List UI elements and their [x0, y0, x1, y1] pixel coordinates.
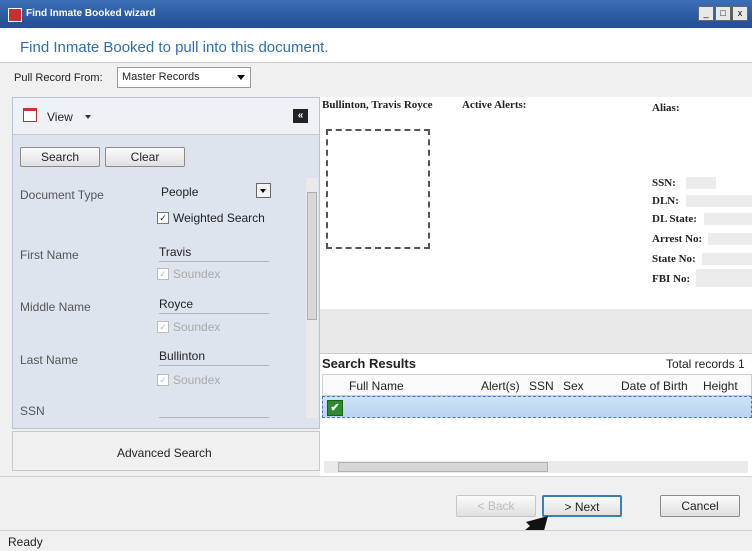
arrest-no-label: Arrest No: [652, 233, 703, 245]
inmate-detail-panel: Bullinton, Travis Royce Active Alerts: A… [320, 97, 752, 353]
search-results: Search Results Total records 1 Full Name… [320, 353, 752, 477]
fbi-no-label: FBI No: [652, 273, 691, 285]
search-results-title: Search Results [322, 356, 416, 371]
weighted-search-checkbox[interactable]: ✓ [157, 212, 169, 224]
view-toolbar: View « [13, 98, 319, 135]
app-icon [8, 8, 22, 22]
weighted-search-label: Weighted Search [173, 211, 265, 225]
ssn-id-label: SSN: [652, 177, 676, 189]
redacted-ssn [686, 177, 716, 189]
search-button[interactable]: Search [20, 147, 100, 167]
first-name-soundex-label: Soundex [173, 267, 221, 281]
pull-record-label: Pull Record From: [14, 72, 103, 84]
state-no-label: State No: [652, 253, 696, 265]
middle-name-soundex-label: Soundex [173, 320, 221, 334]
document-type-dropdown[interactable] [256, 183, 271, 198]
detail-divider [320, 309, 752, 353]
middle-name-soundex-checkbox[interactable]: ✓ [157, 321, 169, 333]
advanced-search-button[interactable]: Advanced Search [12, 431, 320, 471]
wizard-header: Find Inmate Booked to pull into this doc… [0, 28, 752, 63]
table-row[interactable]: ✔ [322, 396, 752, 418]
redacted-arrest-no [708, 233, 752, 245]
first-name-label: First Name [20, 248, 79, 262]
middle-name-field[interactable]: Royce [159, 297, 269, 314]
last-name-soundex-label: Soundex [173, 373, 221, 387]
last-name-field[interactable]: Bullinton [159, 349, 269, 366]
collapse-panel-button[interactable]: « [293, 109, 308, 123]
close-button[interactable]: x [732, 6, 748, 21]
redacted-dl-state [704, 213, 752, 225]
view-menu[interactable]: View [47, 110, 73, 124]
document-type-label: Document Type [20, 188, 104, 202]
redacted-state-no [702, 253, 752, 265]
col-height[interactable]: Height [703, 379, 738, 393]
ssn-field[interactable] [159, 401, 269, 418]
col-full-name[interactable]: Full Name [349, 379, 404, 393]
dl-state-label: DL State: [652, 213, 697, 225]
minimize-button[interactable]: _ [698, 6, 714, 21]
col-ssn[interactable]: SSN [529, 379, 554, 393]
col-sex[interactable]: Sex [563, 379, 584, 393]
search-panel-scrollbar[interactable] [306, 178, 318, 418]
maximize-button[interactable]: □ [715, 6, 731, 21]
wizard-heading: Find Inmate Booked to pull into this doc… [20, 39, 329, 56]
first-name-soundex-checkbox[interactable]: ✓ [157, 268, 169, 280]
cancel-button[interactable]: Cancel [660, 495, 740, 517]
wizard-buttons [0, 476, 752, 529]
pull-record-value: Master Records [122, 71, 200, 83]
view-caret-icon[interactable] [85, 115, 91, 119]
clear-button[interactable]: Clear [105, 147, 185, 167]
ssn-label: SSN [20, 404, 45, 418]
redacted-fbi-no [696, 269, 752, 287]
pull-record-select[interactable]: Master Records [117, 67, 251, 88]
last-name-soundex-checkbox[interactable]: ✓ [157, 374, 169, 386]
redacted-dln [686, 195, 752, 207]
middle-name-label: Middle Name [20, 300, 91, 314]
calendar-icon [23, 108, 37, 122]
scrollbar-thumb[interactable] [338, 462, 548, 472]
inmate-name: Bullinton, Travis Royce [322, 99, 433, 111]
chevron-down-icon [237, 75, 245, 80]
search-panel: View « Search Clear Document Type People… [12, 97, 320, 429]
col-date-of-birth[interactable]: Date of Birth [621, 379, 688, 393]
document-type-value: People [161, 185, 199, 199]
dln-label: DLN: [652, 195, 679, 207]
active-alerts-label: Active Alerts: [462, 99, 527, 111]
total-records: Total records 1 [666, 357, 745, 371]
scrollbar-thumb[interactable] [307, 192, 317, 320]
title-bar: Find Inmate Booked wizard _ □ x [0, 0, 752, 28]
row-select-checkbox[interactable]: ✔ [327, 400, 343, 416]
first-name-field[interactable]: Travis [159, 245, 269, 262]
advanced-search-label: Advanced Search [117, 446, 212, 460]
col-alerts[interactable]: Alert(s) [481, 379, 520, 393]
results-scrollbar[interactable] [324, 461, 748, 473]
alias-label: Alias: [652, 102, 680, 114]
window-controls: _ □ x [698, 6, 748, 21]
photo-placeholder [326, 129, 430, 249]
status-bar: Ready [0, 530, 752, 551]
last-name-label: Last Name [20, 353, 79, 367]
status-text: Ready [8, 535, 43, 549]
window-title: Find Inmate Booked wizard [26, 8, 156, 19]
results-header: Full Name Alert(s) SSN Sex Date of Birth… [322, 374, 752, 396]
